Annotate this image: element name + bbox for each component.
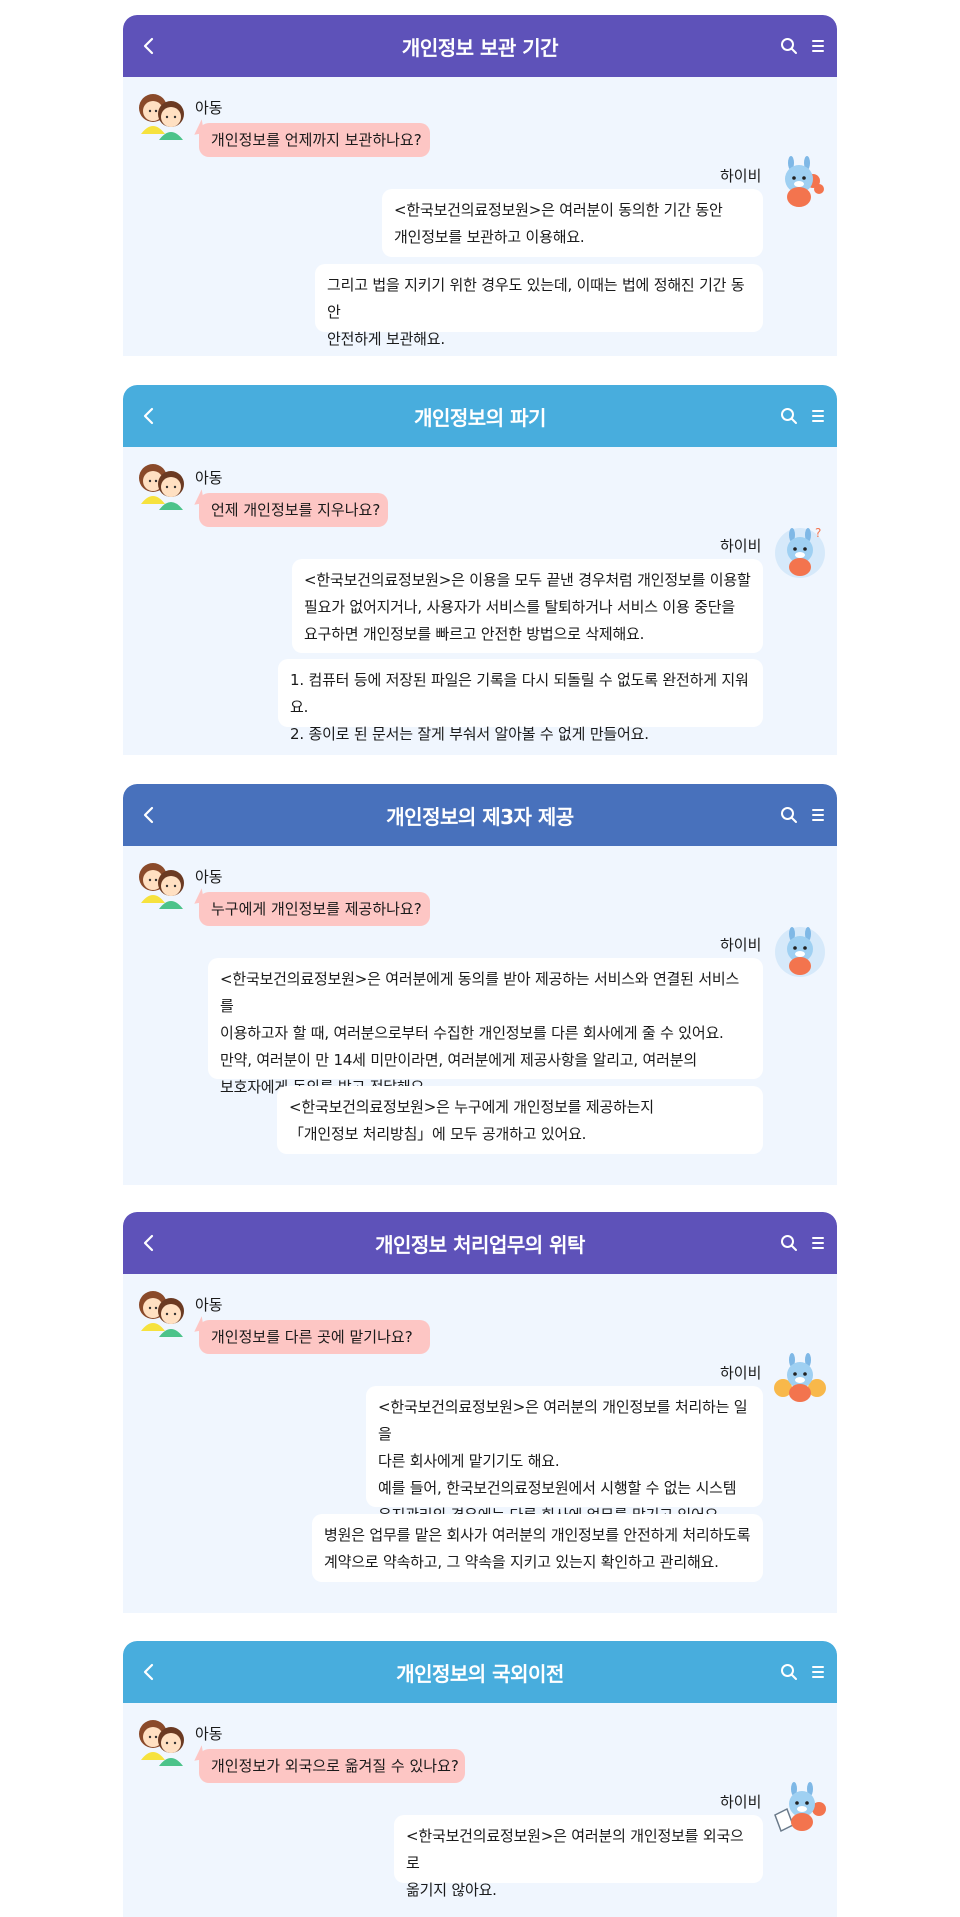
- child-avatar: [135, 88, 193, 140]
- chat-panel-third-party: 개인정보의 제3자 제공 아동 누구에게 개인정보를 제공하나요? 하이비 <한…: [123, 784, 837, 1185]
- menu-icon[interactable]: [807, 404, 829, 428]
- chevron-left-icon[interactable]: [137, 1660, 161, 1684]
- answer-bubble: 병원은 업무를 맡은 회사가 여러분의 개인정보를 안전하게 처리하도록 계약으…: [312, 1514, 763, 1582]
- svg-text:?: ?: [815, 526, 821, 540]
- search-icon[interactable]: [777, 34, 801, 58]
- bot-name: 하이비: [720, 1793, 762, 1811]
- chat-panel-outsourcing: 개인정보 처리업무의 위탁 아동 개인정보를 다른 곳에 맡기나요? 하이비 <…: [123, 1212, 837, 1613]
- bot-avatar: [771, 1350, 829, 1408]
- menu-icon[interactable]: [807, 803, 829, 827]
- menu-icon[interactable]: [807, 34, 829, 58]
- answer-bubble: <한국보건의료정보원>은 여러분의 개인정보를 처리하는 일을 다른 회사에게 …: [366, 1386, 763, 1524]
- chat-panel-overseas-transfer: 개인정보의 국외이전 아동 개인정보가 외국으로 옮겨질 수 있나요? 하이비: [123, 1641, 837, 1917]
- question-bubble: 개인정보를 다른 곳에 맡기나요?: [199, 1320, 430, 1354]
- chevron-left-icon[interactable]: [137, 404, 161, 428]
- child-avatar: [135, 857, 193, 909]
- question-bubble: 개인정보가 외국으로 옮겨질 수 있나요?: [199, 1749, 465, 1783]
- search-icon[interactable]: [777, 404, 801, 428]
- answer-bubble: 1. 컴퓨터 등에 저장된 파일은 기록을 다시 되돌릴 수 없도록 완전하게 …: [278, 659, 763, 743]
- panel-header: 개인정보의 파기: [123, 385, 837, 447]
- search-icon[interactable]: [777, 1660, 801, 1684]
- bot-name: 하이비: [720, 167, 762, 185]
- bot-name: 하이비: [720, 1364, 762, 1382]
- chevron-left-icon[interactable]: [137, 803, 161, 827]
- question-bubble: 개인정보를 언제까지 보관하나요?: [199, 123, 430, 157]
- answer-bubble: <한국보건의료정보원>은 이용을 모두 끝낸 경우처럼 개인정보를 이용할 필요…: [292, 559, 763, 653]
- answer-bubble: <한국보건의료정보원>은 여러분의 개인정보를 외국으로 옮기지 않아요.: [394, 1815, 763, 1899]
- child-name: 아동: [195, 1296, 223, 1314]
- answer-bubble: <한국보건의료정보원>은 누구에게 개인정보를 제공하는지 「개인정보 처리방침…: [277, 1086, 763, 1154]
- bot-name: 하이비: [720, 537, 762, 555]
- chevron-left-icon[interactable]: [137, 34, 161, 58]
- panel-header: 개인정보 보관 기간: [123, 15, 837, 77]
- answer-bubble: 그리고 법을 지키기 위한 경우도 있는데, 이때는 법에 정해진 기간 동안 …: [315, 264, 763, 348]
- bot-name: 하이비: [720, 936, 762, 954]
- bot-avatar: [771, 922, 829, 980]
- search-icon[interactable]: [777, 1231, 801, 1255]
- bot-avatar: ?: [771, 523, 829, 581]
- bot-avatar: [771, 153, 829, 211]
- panel-title: 개인정보의 제3자 제공: [386, 804, 574, 829]
- panel-header: 개인정보 처리업무의 위탁: [123, 1212, 837, 1274]
- panel-title: 개인정보의 파기: [414, 405, 546, 430]
- panel-title: 개인정보의 국외이전: [396, 1661, 564, 1686]
- panel-header: 개인정보의 국외이전: [123, 1641, 837, 1703]
- child-avatar: [135, 1285, 193, 1337]
- child-name: 아동: [195, 99, 223, 117]
- bot-avatar: [771, 1779, 829, 1837]
- child-name: 아동: [195, 1725, 223, 1743]
- chat-panel-destruction: 개인정보의 파기 아동 언제 개인정보를 지우나요? 하이비 ? <한국보건의료: [123, 385, 837, 755]
- child-name: 아동: [195, 469, 223, 487]
- question-bubble: 누구에게 개인정보를 제공하나요?: [199, 892, 430, 926]
- chevron-left-icon[interactable]: [137, 1231, 161, 1255]
- search-icon[interactable]: [777, 803, 801, 827]
- panel-header: 개인정보의 제3자 제공: [123, 784, 837, 846]
- answer-bubble: <한국보건의료정보원>은 여러분에게 동의를 받아 제공하는 서비스와 연결된 …: [208, 958, 763, 1096]
- child-name: 아동: [195, 868, 223, 886]
- panel-title: 개인정보 처리업무의 위탁: [375, 1232, 585, 1257]
- answer-bubble: <한국보건의료정보원>은 여러분이 동의한 기간 동안 개인정보를 보관하고 이…: [382, 189, 763, 257]
- panel-title: 개인정보 보관 기간: [401, 35, 559, 60]
- menu-icon[interactable]: [807, 1660, 829, 1684]
- chat-panel-retention: 개인정보 보관 기간 아동 개인정보를 언제까지 보관하나요? 하이비 <한국보…: [123, 15, 837, 356]
- question-bubble: 언제 개인정보를 지우나요?: [199, 493, 388, 527]
- child-avatar: [135, 1714, 193, 1766]
- child-avatar: [135, 458, 193, 510]
- menu-icon[interactable]: [807, 1231, 829, 1255]
